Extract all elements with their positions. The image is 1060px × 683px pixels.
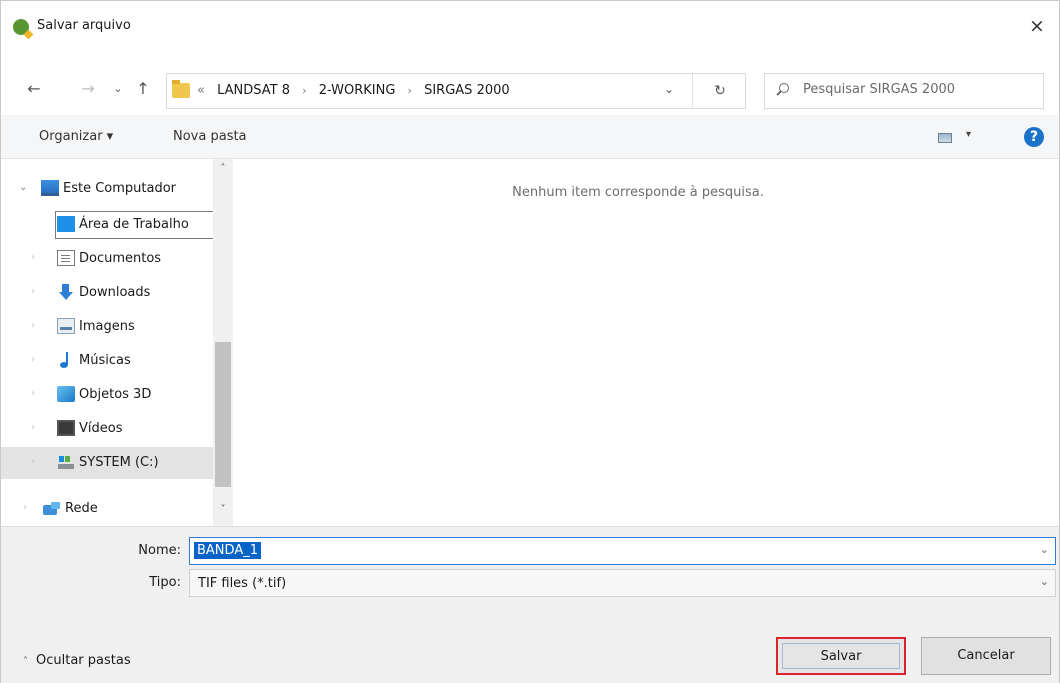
file-name-label: Nome: <box>138 543 181 558</box>
sidebar-scrollbar[interactable]: ˄ ˅ <box>213 159 233 526</box>
sidebar-item-label: Objetos 3D <box>79 387 152 402</box>
sidebar-item-label: Músicas <box>79 353 131 368</box>
chevron-down-icon[interactable]: ⌄ <box>1040 543 1049 556</box>
scroll-down-icon[interactable]: ˅ <box>213 504 233 515</box>
sidebar-item-downloads[interactable]: › Downloads <box>1 277 213 309</box>
music-icon <box>57 352 75 368</box>
sidebar-item-label: Rede <box>65 501 98 516</box>
view-options-dropdown[interactable]: ▾ <box>966 129 971 140</box>
save-options-panel: Nome: BANDA_1 ⌄ Tipo: TIF files (*.tif) … <box>1 526 1059 683</box>
address-history-dropdown[interactable]: ⌄ <box>664 82 674 96</box>
view-options-icon[interactable] <box>938 133 952 143</box>
title-bar: Salvar arquivo × <box>1 1 1059 63</box>
sidebar-item-label: Downloads <box>79 285 151 300</box>
forward-button[interactable]: → <box>77 78 99 100</box>
help-icon[interactable]: ? <box>1024 127 1044 147</box>
up-button[interactable]: ↑ <box>132 78 154 100</box>
breadcrumb-sirgas-2000[interactable]: SIRGAS 2000 <box>424 83 510 98</box>
breadcrumb-landsat8[interactable]: LANDSAT 8 <box>217 83 290 98</box>
sidebar-item-label: Documentos <box>79 251 162 266</box>
sidebar-item-objetos-3d[interactable]: › Objetos 3D <box>1 379 213 411</box>
hide-folders-button[interactable]: ˄ Ocultar pastas <box>23 653 131 668</box>
qgis-logo-icon <box>13 19 29 35</box>
sidebar-item-rede[interactable]: › Rede <box>1 493 213 525</box>
file-type-select[interactable]: TIF files (*.tif) ⌄ <box>189 569 1056 597</box>
chevron-right-icon[interactable]: › <box>31 252 35 263</box>
chevron-right-icon[interactable]: › <box>23 502 27 513</box>
breadcrumb-overflow[interactable]: « <box>197 83 205 98</box>
empty-results-message: Nenhum item corresponde à pesquisa. <box>512 185 764 200</box>
sidebar-item-system-c[interactable]: › SYSTEM (C:) <box>1 447 213 479</box>
search-icon <box>779 83 789 93</box>
chevron-right-icon[interactable]: › <box>31 422 35 433</box>
sidebar-item-area-de-trabalho[interactable]: Área de Trabalho <box>1 209 218 241</box>
file-name-value[interactable]: BANDA_1 <box>194 542 261 559</box>
organize-menu-button[interactable]: Organizar ▾ <box>39 129 113 144</box>
close-button[interactable]: × <box>1025 15 1049 39</box>
documents-icon <box>57 250 75 266</box>
sidebar-item-musicas[interactable]: › Músicas <box>1 345 213 377</box>
sidebar-item-label: Este Computador <box>63 181 177 196</box>
chevron-right-icon[interactable]: › <box>31 388 35 399</box>
folder-icon <box>172 80 190 98</box>
cancel-button[interactable]: Cancelar <box>921 637 1051 675</box>
sidebar-item-este-computador[interactable]: ⌄ Este Computador <box>1 173 213 205</box>
chevron-right-icon[interactable]: › <box>31 456 35 467</box>
refresh-button[interactable]: ↻ <box>708 80 732 102</box>
file-type-label: Tipo: <box>149 575 181 590</box>
scroll-up-icon[interactable]: ˄ <box>213 163 233 174</box>
chevron-up-icon: ˄ <box>23 656 28 667</box>
navigation-bar: ← → ⌄ ↑ « LANDSAT 8 › 2-WORKING › SIRGAS… <box>1 63 1059 115</box>
breadcrumb-separator[interactable]: › <box>408 84 412 97</box>
sidebar-item-label: SYSTEM (C:) <box>79 455 159 470</box>
breadcrumb-2-working[interactable]: 2-WORKING <box>319 83 396 98</box>
chevron-right-icon[interactable]: › <box>31 354 35 365</box>
objects-3d-icon <box>57 386 75 402</box>
new-folder-button[interactable]: Nova pasta <box>173 129 247 144</box>
file-type-value: TIF files (*.tif) <box>198 576 287 591</box>
sidebar-item-imagens[interactable]: › Imagens <box>1 311 213 343</box>
videos-icon <box>57 420 75 436</box>
save-button[interactable]: Salvar <box>776 637 906 675</box>
pictures-icon <box>57 318 75 334</box>
chevron-right-icon[interactable]: › <box>31 320 35 331</box>
sidebar-item-documentos[interactable]: › Documentos <box>1 243 213 275</box>
address-divider <box>692 74 693 108</box>
save-file-dialog: Salvar arquivo × ← → ⌄ ↑ « LANDSAT 8 › 2… <box>0 0 1060 683</box>
drive-icon <box>57 454 75 470</box>
downloads-icon <box>57 284 75 300</box>
address-bar[interactable]: « LANDSAT 8 › 2-WORKING › SIRGAS 2000 ⌄ … <box>166 73 746 109</box>
sidebar-item-label: Área de Trabalho <box>79 217 189 232</box>
computer-icon <box>41 180 59 196</box>
file-name-field[interactable]: BANDA_1 ⌄ <box>189 537 1056 565</box>
dialog-title: Salvar arquivo <box>37 18 131 33</box>
navigation-pane: ⌄ Este Computador Área de Trabalho › Doc… <box>1 159 233 526</box>
hide-folders-label: Ocultar pastas <box>36 653 131 668</box>
chevron-right-icon[interactable]: › <box>31 286 35 297</box>
command-toolbar: Organizar ▾ Nova pasta ▾ ? <box>1 115 1059 159</box>
search-input[interactable] <box>803 82 1033 97</box>
scrollbar-thumb[interactable] <box>215 342 231 487</box>
back-button[interactable]: ← <box>23 78 45 100</box>
sidebar-item-videos[interactable]: › Vídeos <box>1 413 213 445</box>
file-list-pane[interactable]: Nenhum item corresponde à pesquisa. <box>234 159 1059 526</box>
sidebar-item-label: Imagens <box>79 319 135 334</box>
recent-locations-button[interactable]: ⌄ <box>107 78 129 100</box>
search-box[interactable] <box>764 73 1044 109</box>
chevron-down-icon[interactable]: ⌄ <box>19 182 27 193</box>
desktop-icon <box>57 216 75 232</box>
breadcrumb-separator[interactable]: › <box>302 84 306 97</box>
breadcrumb: « LANDSAT 8 › 2-WORKING › SIRGAS 2000 <box>197 83 510 98</box>
content-area: ⌄ Este Computador Área de Trabalho › Doc… <box>1 159 1059 526</box>
sidebar-item-label: Vídeos <box>79 421 123 436</box>
network-icon <box>43 500 61 516</box>
chevron-down-icon[interactable]: ⌄ <box>1040 575 1049 588</box>
